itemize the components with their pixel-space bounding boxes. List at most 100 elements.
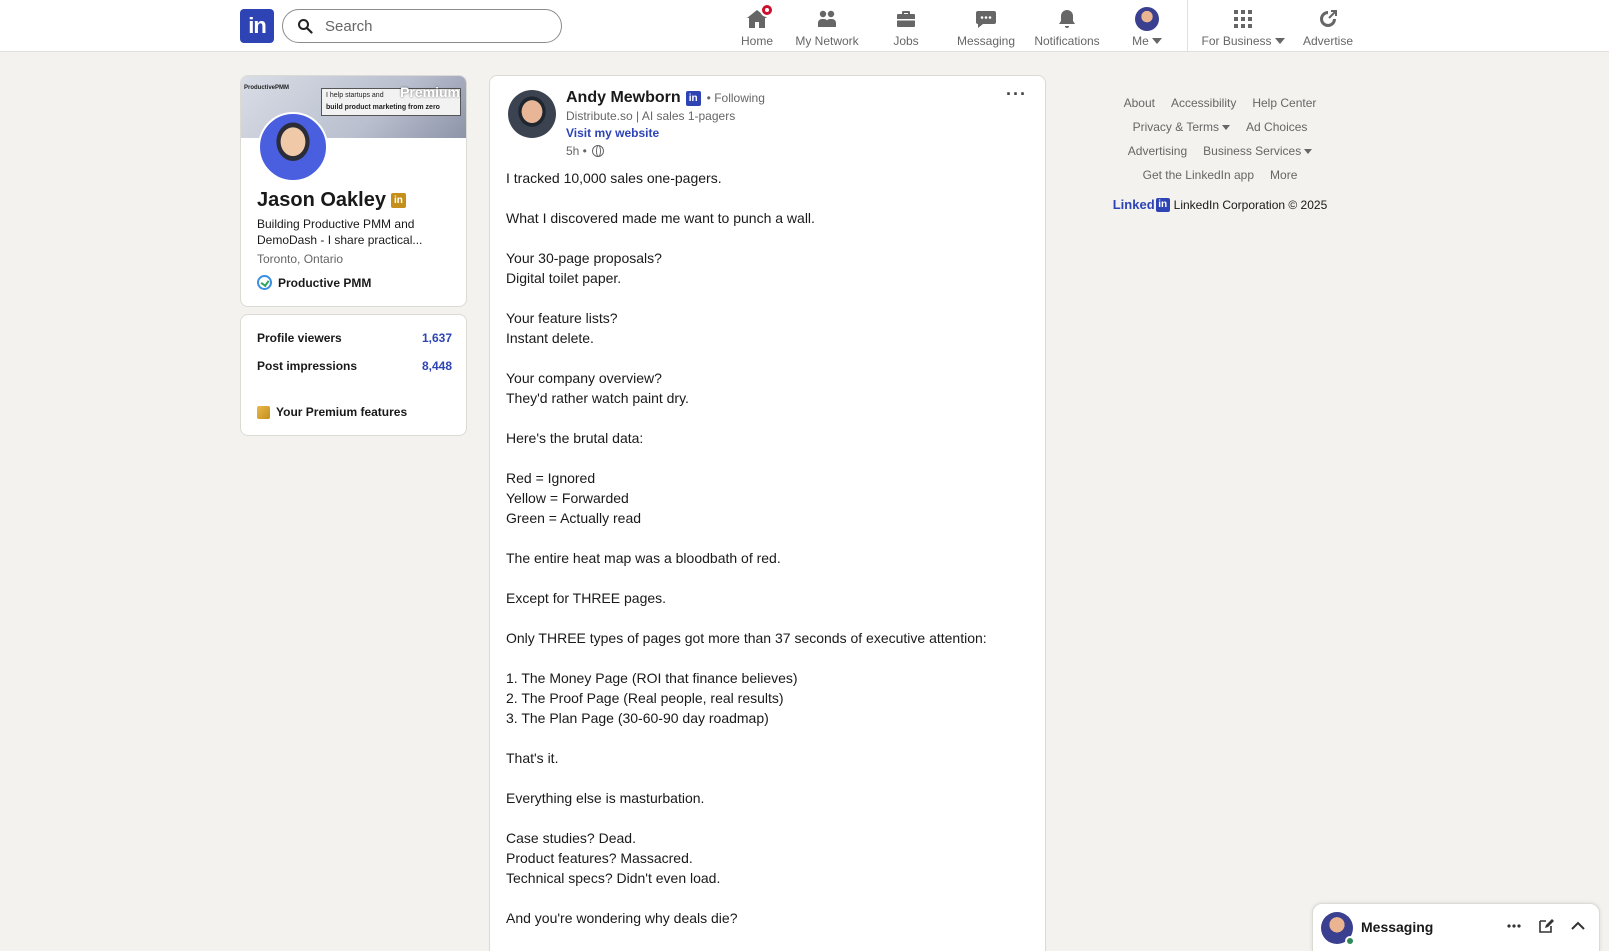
messaging-actions bbox=[1505, 917, 1587, 935]
company-logo-icon bbox=[257, 275, 272, 290]
search-box[interactable] bbox=[282, 9, 562, 43]
post-more-options-button[interactable]: ··· bbox=[1006, 84, 1027, 105]
nav-advertise[interactable]: Advertise bbox=[1298, 0, 1358, 52]
post-text-line: Your feature lists? bbox=[506, 310, 618, 326]
profile-headline: Building Productive PMM and DemoDash - I… bbox=[257, 217, 423, 247]
top-navigation-bar: in Home My Network Jobs Messaging Notif bbox=[0, 0, 1609, 52]
premium-features-label: Your Premium features bbox=[276, 405, 408, 419]
search-input[interactable] bbox=[325, 17, 545, 35]
premium-features-link[interactable]: Your Premium features bbox=[257, 405, 407, 419]
chevron-down-icon bbox=[1151, 38, 1162, 44]
nav-label: Me bbox=[1132, 34, 1149, 48]
post-text-line bbox=[506, 228, 1026, 248]
footer-link-about[interactable]: About bbox=[1124, 95, 1155, 111]
profile-viewers-row[interactable]: Profile viewers 1,637 bbox=[257, 331, 452, 345]
post-body: I tracked 10,000 sales one-pagers. What I… bbox=[506, 168, 1026, 928]
post-text-line: Your company overview? bbox=[506, 370, 662, 386]
footer-link-get-app[interactable]: Get the LinkedIn app bbox=[1143, 167, 1254, 183]
post-timestamp: 5h • bbox=[566, 144, 604, 158]
post-text-line bbox=[506, 808, 1026, 828]
briefcase-icon bbox=[893, 6, 919, 32]
nav-me[interactable]: Me bbox=[1125, 0, 1169, 52]
footer-link-accessibility[interactable]: Accessibility bbox=[1171, 95, 1236, 111]
copyright-text: LinkedIn Corporation © 2025 bbox=[1173, 197, 1328, 212]
chevron-down-icon bbox=[1304, 148, 1313, 154]
post-text-line: Your 30-page proposals? bbox=[506, 250, 662, 266]
nav-business-label-wrap: For Business bbox=[1201, 34, 1285, 48]
nav-home[interactable]: Home bbox=[727, 0, 787, 52]
footer-link-advertising[interactable]: Advertising bbox=[1128, 143, 1187, 159]
author-name[interactable]: Andy Mewborn in • Following bbox=[566, 89, 765, 107]
nav-notifications[interactable]: Notifications bbox=[1030, 0, 1104, 52]
post-text-line: Here's the brutal data: bbox=[506, 430, 644, 446]
profile-company[interactable]: Productive PMM bbox=[257, 275, 371, 290]
post-text-line bbox=[506, 568, 1026, 588]
post-time: 5h • bbox=[566, 144, 587, 158]
post-text-line bbox=[506, 528, 1026, 548]
chevron-up-icon[interactable] bbox=[1569, 917, 1587, 935]
nav-label: Advertise bbox=[1302, 34, 1354, 48]
post-text-line bbox=[506, 348, 1026, 368]
premium-label: Premium bbox=[400, 84, 460, 100]
nav-label: Messaging bbox=[956, 34, 1016, 48]
nav-divider bbox=[1187, 0, 1188, 52]
profile-name-text: Jason Oakley bbox=[257, 189, 386, 211]
nav-label: My Network bbox=[795, 34, 859, 48]
post-text-line bbox=[506, 408, 1026, 428]
post-text-line: Everything else is masturbation. bbox=[506, 790, 705, 806]
globe-icon bbox=[591, 145, 604, 157]
wordmark-text: Linked bbox=[1112, 197, 1155, 212]
stat-value: 1,637 bbox=[421, 331, 452, 345]
post-text-line: The entire heat map was a bloodbath of r… bbox=[506, 550, 781, 566]
more-options-icon[interactable] bbox=[1505, 917, 1523, 935]
profile-card[interactable]: ProductivePMM I help startups and build … bbox=[240, 75, 467, 307]
nav-label: Jobs bbox=[893, 34, 919, 48]
nav-label: Notifications bbox=[1034, 34, 1100, 48]
post-text-line: What I discovered made me want to punch … bbox=[506, 210, 815, 226]
footer-link-text: Privacy & Terms bbox=[1132, 120, 1220, 134]
visit-website-link[interactable]: Visit my website bbox=[566, 126, 659, 140]
stat-label: Profile viewers bbox=[257, 331, 342, 345]
footer-link-business-services[interactable]: Business Services bbox=[1203, 143, 1313, 159]
post-text-line bbox=[506, 608, 1026, 628]
post-text-line bbox=[506, 188, 1026, 208]
nav-for-business[interactable]: For Business bbox=[1198, 0, 1288, 52]
compose-icon[interactable] bbox=[1537, 917, 1555, 935]
grid-icon bbox=[1230, 6, 1256, 32]
post-text-line bbox=[506, 768, 1026, 788]
premium-linkedin-icon: in bbox=[390, 193, 406, 208]
nav-my-network[interactable]: My Network bbox=[790, 0, 864, 52]
footer-link-privacy-terms[interactable]: Privacy & Terms bbox=[1132, 119, 1231, 135]
footer-link-help-center[interactable]: Help Center bbox=[1252, 95, 1316, 111]
nav-jobs[interactable]: Jobs bbox=[876, 0, 936, 52]
profile-name[interactable]: Jason Oakley in bbox=[257, 189, 406, 212]
post-text-line: Digital toilet paper. bbox=[506, 270, 622, 286]
post-text-line: Product features? Massacred. bbox=[506, 850, 693, 866]
profile-avatar[interactable] bbox=[258, 112, 328, 182]
avatar bbox=[1135, 7, 1159, 31]
online-status-indicator bbox=[1345, 936, 1355, 946]
post-text-line: They'd rather watch paint dry. bbox=[506, 390, 689, 406]
banner-line: build product marketing from zero bbox=[326, 104, 440, 111]
linkedin-premium-icon: in bbox=[685, 90, 701, 106]
linkedin-logo[interactable]: in bbox=[240, 9, 274, 43]
bell-icon bbox=[1054, 6, 1080, 32]
search-icon bbox=[298, 19, 313, 34]
messaging-overlay[interactable]: Messaging bbox=[1312, 903, 1600, 951]
nav-me-label-wrap: Me bbox=[1132, 34, 1162, 48]
author-avatar[interactable] bbox=[508, 90, 556, 138]
footer-link-ad-choices[interactable]: Ad Choices bbox=[1246, 119, 1307, 135]
copyright: Linked in LinkedIn Corporation © 2025 bbox=[1095, 197, 1345, 212]
post-text-line: Only THREE types of pages got more than … bbox=[506, 630, 987, 646]
post-text-line bbox=[506, 448, 1026, 468]
nav-messaging[interactable]: Messaging bbox=[953, 0, 1019, 52]
chevron-down-icon bbox=[1222, 124, 1231, 130]
post-text-line: 1. The Money Page (ROI that finance beli… bbox=[506, 670, 798, 686]
post-text-line: Case studies? Dead. bbox=[506, 830, 636, 846]
banner-brand: ProductivePMM bbox=[244, 85, 290, 91]
footer-link-more[interactable]: More bbox=[1270, 167, 1297, 183]
chevron-down-icon bbox=[1274, 38, 1285, 44]
post-impressions-row[interactable]: Post impressions 8,448 bbox=[257, 359, 452, 373]
chat-icon bbox=[973, 6, 999, 32]
profile-location: Toronto, Ontario bbox=[257, 252, 344, 266]
